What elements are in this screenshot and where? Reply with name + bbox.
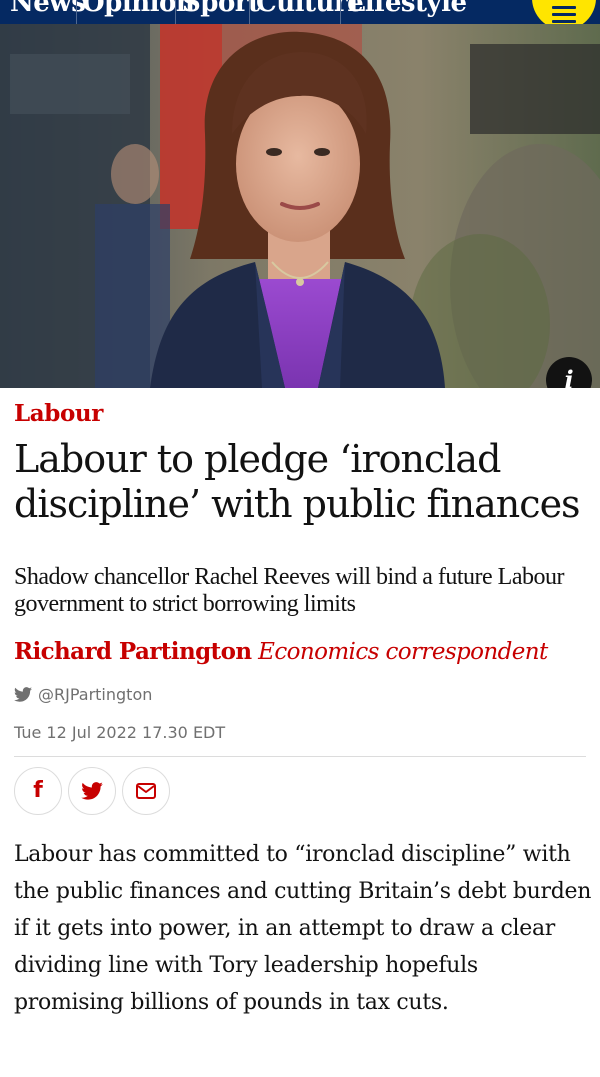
twitter-bird-icon [14, 686, 32, 702]
nav-item-sport[interactable]: Sport [182, 0, 260, 18]
twitter-handle[interactable]: @RJPartington [38, 685, 152, 704]
publish-date: Tue 12 Jul 2022 17.30 EDT [14, 723, 226, 742]
share-email-button[interactable] [122, 767, 170, 815]
nav-item-news[interactable]: News [10, 0, 86, 18]
nav-divider [76, 0, 77, 24]
nav-divider [249, 0, 250, 24]
twitter-icon [81, 782, 103, 800]
author-name[interactable]: Richard Partington [14, 638, 252, 665]
nav-divider [175, 0, 176, 24]
article-headline: Labour to pledge ‘ironclad discipline’ w… [14, 437, 581, 526]
facebook-icon: f [33, 778, 43, 803]
hero-image: i [0, 24, 600, 388]
top-navigation: News Opinion Sport Culture Lifestyle [0, 0, 600, 24]
section-kicker[interactable]: Labour [14, 400, 103, 427]
email-icon [136, 783, 156, 799]
author-role: Economics correspondent [258, 639, 548, 665]
nav-item-opinion[interactable]: Opinion [82, 0, 195, 18]
author-twitter[interactable]: @RJPartington [14, 683, 152, 705]
article-standfirst: Shadow chancellor Rachel Reeves will bin… [14, 564, 564, 617]
nav-divider [340, 0, 341, 24]
share-twitter-button[interactable] [68, 767, 116, 815]
nav-item-lifestyle[interactable]: Lifestyle [347, 0, 467, 18]
share-facebook-button[interactable]: f [14, 767, 62, 815]
menu-button[interactable] [532, 0, 596, 24]
meta-divider [14, 756, 586, 757]
article-body-paragraph: Labour has committed to “ironclad discip… [14, 842, 592, 1015]
hero-photo [0, 24, 600, 388]
byline: Richard Partington Economics corresponde… [14, 638, 548, 665]
